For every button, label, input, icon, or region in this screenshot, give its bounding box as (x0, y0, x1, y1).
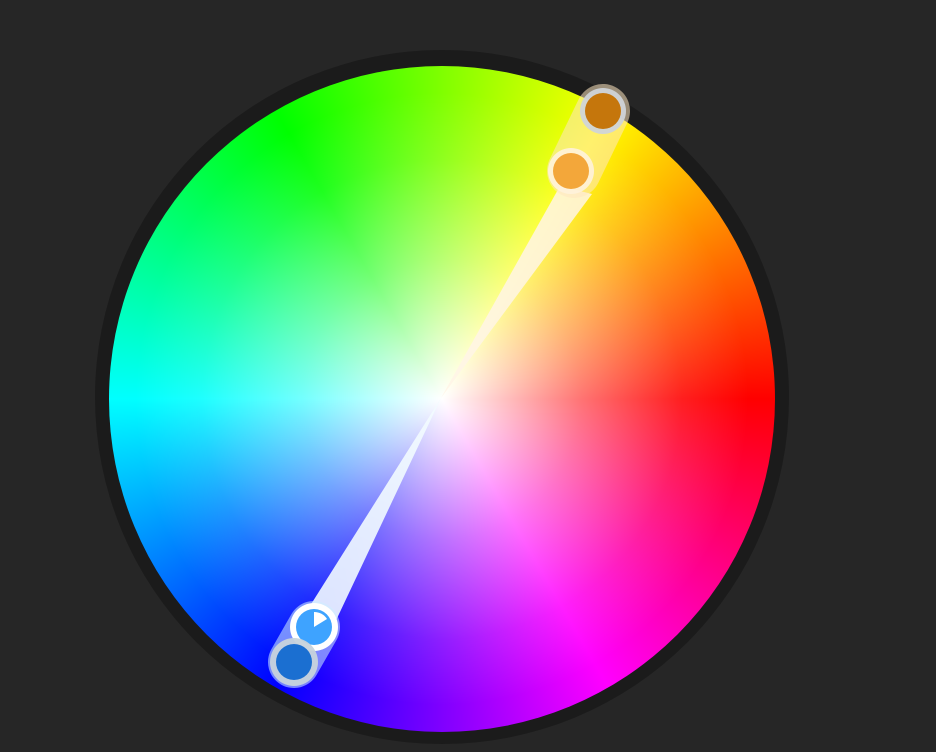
base-arm (303, 398, 441, 631)
harmony-overlay (268, 84, 630, 688)
complement-tint-handle[interactable] (548, 148, 594, 194)
base-primary-handle[interactable] (270, 638, 318, 686)
complement-arm (441, 186, 592, 398)
color-harmony-app (0, 0, 936, 752)
complement-primary-handle[interactable] (580, 88, 626, 134)
